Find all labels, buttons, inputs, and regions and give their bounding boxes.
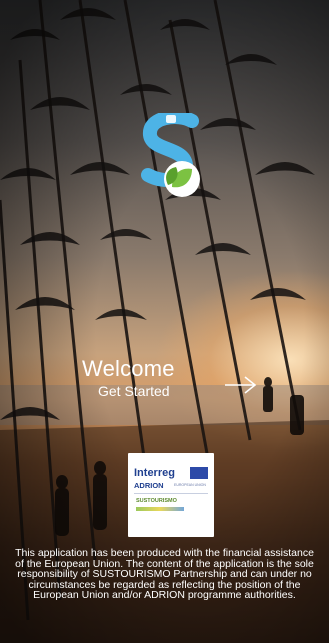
adrion-text: ADRION bbox=[134, 481, 164, 490]
next-button[interactable] bbox=[222, 371, 260, 399]
interreg-adrion-logo: Interreg ADRION EUROPEAN UNION SUSTOURIS… bbox=[128, 453, 214, 537]
sustourismo-text: SUSTOURISMO bbox=[136, 498, 177, 504]
eu-flag-icon bbox=[190, 467, 208, 479]
adrion-subtext: EUROPEAN UNION bbox=[174, 483, 206, 487]
eu-disclaimer: This application has been produced with … bbox=[15, 547, 314, 602]
arrow-right-icon bbox=[225, 376, 257, 394]
interreg-text: Interreg bbox=[134, 467, 175, 479]
logo-divider bbox=[134, 493, 208, 494]
sustourismo-stripe bbox=[136, 507, 184, 511]
sustourismo-s-leaf-icon bbox=[141, 113, 200, 197]
welcome-title: Welcome bbox=[82, 356, 175, 381]
welcome-screen: Welcome Get Started Interreg ADRION EURO… bbox=[0, 0, 329, 643]
get-started-label[interactable]: Get Started bbox=[98, 383, 170, 399]
